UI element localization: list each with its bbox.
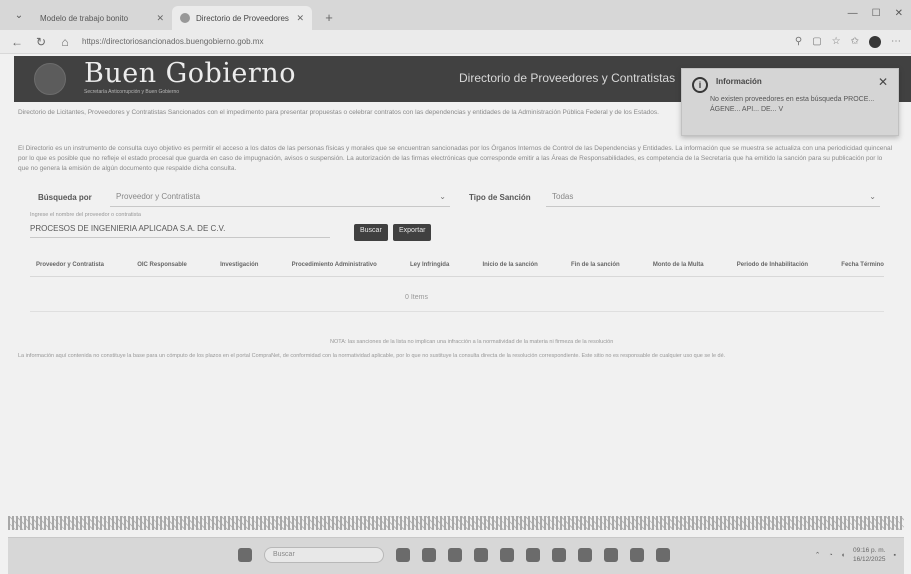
close-tab-icon[interactable]: ✕ <box>156 13 164 24</box>
address-bar-icons: ⚲ ▢ ☆ ✩ ⋯ <box>795 35 901 48</box>
decorative-pattern <box>8 516 904 530</box>
footnote: La información aquí contenida no constit… <box>18 353 726 359</box>
search-field-hint: Ingrese el nombre del proveedor o contra… <box>30 212 141 218</box>
column-header[interactable]: OIC Responsable <box>137 262 187 268</box>
column-header[interactable]: Periodo de Inhabilitación <box>737 262 808 268</box>
close-window-icon[interactable]: ✕ <box>895 8 903 19</box>
notification-body: No existen proveedores en esta búsqueda … <box>710 96 875 113</box>
wifi-icon[interactable]: ◔ <box>829 552 833 559</box>
sanction-type-selected: Todas <box>552 192 574 201</box>
notification-title: Información <box>716 77 762 86</box>
chevron-down-icon: ⌄ <box>439 192 446 201</box>
os-taskbar: Buscar ⌃ ◔ ◖ 09:16 p. m. 16/12/2025 ▪ <box>8 537 904 574</box>
search-input[interactable]: PROCESOS DE INGENIERIA APLICADA S.A. DE … <box>30 224 330 238</box>
export-button[interactable]: Exportar <box>393 224 432 241</box>
zoom-icon[interactable]: ⚲ <box>795 36 802 47</box>
intro-paragraph-2: El Directorio es un instrumento de consu… <box>18 145 893 172</box>
app-icon[interactable] <box>630 548 644 562</box>
window-controls: — ☐ ✕ <box>848 8 903 19</box>
column-header[interactable]: Proveedor y Contratista <box>36 262 104 268</box>
chevron-down-icon: ⌄ <box>869 192 876 201</box>
tab-label: Modelo de trabajo bonito <box>40 13 129 23</box>
minimize-icon[interactable]: — <box>848 8 858 19</box>
clock-time: 09:16 p. m. <box>852 547 886 554</box>
intro-paragraph-1: Directorio de Licitantes, Proveedores y … <box>18 109 659 116</box>
search-by-label: Búsqueda por <box>38 193 92 202</box>
app-icon[interactable] <box>578 548 592 562</box>
directory-title: Directorio de Proveedores y Contratistas <box>459 71 676 85</box>
favorites-list-icon[interactable]: ✩ <box>851 36 859 47</box>
start-icon[interactable] <box>238 548 252 562</box>
folder-icon[interactable] <box>552 548 566 562</box>
brand-title[interactable]: Buen Gobierno <box>84 58 296 89</box>
app-icon[interactable] <box>422 548 436 562</box>
notifications-icon[interactable]: ▪ <box>894 552 896 559</box>
screen: ⌄ Modelo de trabajo bonito ✕ Directorio … <box>0 0 911 574</box>
table-note: NOTA: las sanciones de la lista no impli… <box>330 339 614 345</box>
info-icon: i <box>692 77 708 93</box>
maximize-icon[interactable]: ☐ <box>872 8 881 19</box>
favorite-icon[interactable]: ☆ <box>832 36 841 47</box>
taskbar-search-input[interactable]: Buscar <box>264 547 384 563</box>
empty-results-text: 0 Items <box>405 294 428 301</box>
seal-logo-icon <box>34 63 66 95</box>
column-header[interactable]: Fecha Término <box>841 262 884 268</box>
tab-label: Directorio de Proveedores y Con <box>196 13 290 23</box>
site-favicon-icon <box>180 13 190 23</box>
column-header[interactable]: Inicio de la sanción <box>482 262 537 268</box>
column-header[interactable]: Monto de la Multa <box>653 262 704 268</box>
more-icon[interactable]: ⋯ <box>891 36 901 47</box>
chevron-up-icon[interactable]: ⌃ <box>815 551 821 559</box>
tab-directorio[interactable]: Directorio de Proveedores y Con ✕ <box>172 6 312 30</box>
divider <box>30 276 884 277</box>
brand-subtitle: Secretaría Anticorrupción y Buen Gobiern… <box>84 89 180 95</box>
app-icon[interactable] <box>396 548 410 562</box>
close-tab-icon[interactable]: ✕ <box>296 13 304 24</box>
app-icon[interactable] <box>656 548 670 562</box>
column-header[interactable]: Ley Infringida <box>410 262 449 268</box>
search-by-selected: Proveedor y Contratista <box>116 192 201 201</box>
system-tray: ⌃ ◔ ◖ 09:16 p. m. 16/12/2025 ▪ <box>815 546 896 564</box>
clock[interactable]: 09:16 p. m. 16/12/2025 <box>853 546 886 564</box>
info-notification: i Información ✕ No existen proveedores e… <box>681 68 899 136</box>
app-icon[interactable] <box>526 548 540 562</box>
sanction-type-select[interactable]: Todas ⌄ <box>546 189 880 207</box>
sanction-type-label: Tipo de Sanción <box>469 193 531 202</box>
clock-date: 16/12/2025 <box>852 556 886 563</box>
reader-icon[interactable]: ▢ <box>812 36 821 47</box>
back-icon[interactable]: ← <box>10 35 24 49</box>
address-bar: ← ↻ ⌂ https://directoriosancionados.buen… <box>0 30 911 54</box>
close-icon[interactable]: ✕ <box>878 75 888 89</box>
new-tab-icon[interactable]: + <box>318 6 340 28</box>
divider <box>30 311 884 312</box>
app-icon[interactable] <box>474 548 488 562</box>
tab-actions-icon[interactable]: ⌄ <box>6 4 32 26</box>
column-header[interactable]: Fin de la sanción <box>571 262 620 268</box>
search-button[interactable]: Buscar <box>354 224 388 241</box>
results-table-header: Proveedor y Contratista OIC Responsable … <box>36 262 884 268</box>
tab-modelo[interactable]: Modelo de trabajo bonito ✕ <box>32 6 172 30</box>
column-header[interactable]: Investigación <box>220 262 258 268</box>
app-icon[interactable] <box>604 548 618 562</box>
browser-tabbar: ⌄ Modelo de trabajo bonito ✕ Directorio … <box>0 0 911 30</box>
volume-icon[interactable]: ◖ <box>841 552 845 559</box>
lock-icon: ⌂ <box>61 34 69 49</box>
url-field[interactable]: https://directoriosancionados.buengobier… <box>82 37 785 46</box>
app-icon[interactable] <box>500 548 514 562</box>
taskbar-apps: Buscar <box>238 547 670 563</box>
search-by-select[interactable]: Proveedor y Contratista ⌄ <box>110 189 450 207</box>
reload-icon[interactable]: ↻ <box>34 35 48 49</box>
column-header[interactable]: Procedimiento Administrativo <box>292 262 377 268</box>
edge-icon[interactable] <box>448 548 462 562</box>
profile-icon[interactable] <box>869 35 881 48</box>
